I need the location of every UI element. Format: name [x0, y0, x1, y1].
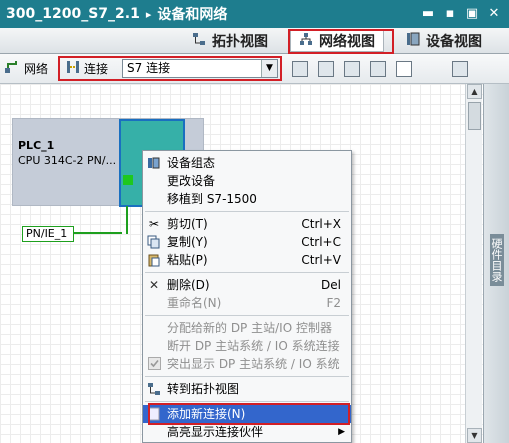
page-break-icon[interactable]: [344, 61, 360, 77]
menu-item-assign-master: 分配给新的 DP 主站/IO 控制器: [143, 319, 351, 337]
scroll-up-button[interactable]: ▲: [467, 84, 482, 99]
chevron-right-icon: ▶: [338, 427, 345, 437]
subnet-line: [74, 232, 122, 234]
chevron-down-icon[interactable]: ▼: [261, 60, 277, 77]
menu-item-label: 删除(D): [167, 278, 210, 292]
section-title: 设备和网络: [157, 7, 228, 23]
menu-item-change-device[interactable]: 更改设备: [143, 172, 351, 190]
show-addresses-icon[interactable]: [318, 61, 334, 77]
breadcrumb-separator: ▸: [145, 7, 152, 21]
delete-icon: ✕: [148, 278, 160, 292]
menu-item-label: 添加新连接(N): [167, 407, 246, 421]
menu-item-disconnect-system: 断开 DP 主站系统 / IO 系统连接: [143, 337, 351, 355]
menu-shortcut: Del: [321, 278, 341, 292]
layout-icon[interactable]: [396, 61, 412, 77]
network-toolbar: 网络 连接 S7 连接 ▼: [0, 54, 509, 84]
tab-device-view[interactable]: 设备视图: [398, 30, 490, 52]
scroll-thumb[interactable]: [468, 102, 481, 130]
menu-item-device-config[interactable]: 设备组态: [143, 154, 351, 172]
side-panel-tab[interactable]: 硬件目录: [490, 234, 504, 286]
device-icon: [406, 32, 420, 50]
plc-model: CPU 314C-2 PN/...: [18, 154, 117, 167]
copy-icon: [147, 235, 161, 249]
tab-topology-view[interactable]: 拓扑视图: [184, 30, 276, 52]
connect-mode-button[interactable]: 连接: [66, 60, 108, 77]
connection-type-value: S7 连接: [127, 61, 171, 75]
menu-separator: [145, 211, 349, 212]
scroll-down-button[interactable]: ▼: [467, 428, 482, 443]
menu-separator: [145, 272, 349, 273]
checkbox-icon: [147, 357, 161, 371]
menu-item-label: 更改设备: [167, 174, 216, 188]
menu-separator: [145, 376, 349, 377]
rename-names-icon[interactable]: [292, 61, 308, 77]
menu-item-label: 高亮显示连接伙伴: [167, 425, 264, 439]
network-icon: [299, 32, 313, 50]
menu-item-rename: 重命名(N) F2: [143, 294, 351, 312]
topology-icon: [192, 32, 206, 50]
menu-item-label: 复制(Y): [167, 235, 208, 249]
window-title-bar: 300_1200_S7_2.1 ▸ 设备和网络 ▬ ▪ ▣ ✕: [0, 0, 509, 28]
paste-icon: [147, 253, 161, 267]
subnet-label[interactable]: PN/IE_1: [22, 226, 74, 242]
menu-item-delete[interactable]: ✕ 删除(D) Del: [143, 276, 351, 294]
network-label: 网络: [24, 62, 49, 76]
tab-network-view[interactable]: 网络视图: [290, 30, 384, 52]
subnet-link: [126, 206, 128, 234]
maximize-icon[interactable]: ▣: [463, 4, 481, 22]
tab-label: 设备视图: [426, 34, 482, 50]
menu-item-label: 重命名(N): [167, 296, 222, 310]
menu-item-label: 分配给新的 DP 主站/IO 控制器: [167, 321, 332, 335]
network-mode-button[interactable]: 网络: [4, 60, 48, 77]
context-menu: 设备组态 更改设备 移植到 S7-1500 ✂ 剪切(T) Ctrl+X 复制(…: [142, 150, 352, 443]
tab-label: 网络视图: [319, 34, 375, 50]
float-icon[interactable]: ▪: [441, 4, 459, 22]
menu-shortcut: Ctrl+X: [301, 217, 341, 231]
menu-shortcut: F2: [326, 296, 341, 310]
menu-item-highlight-partner[interactable]: 高亮显示连接伙伴 ▶: [143, 423, 351, 441]
grid-icon[interactable]: [370, 61, 386, 77]
menu-item-highlight-system: 突出显示 DP 主站系统 / IO 系统: [143, 355, 351, 373]
menu-item-migrate[interactable]: 移植到 S7-1500: [143, 190, 351, 208]
menu-item-go-topology[interactable]: 转到拓扑视图: [143, 380, 351, 398]
menu-item-label: 转到拓扑视图: [167, 382, 240, 396]
menu-item-label: 粘贴(P): [167, 253, 208, 267]
close-icon[interactable]: ✕: [485, 4, 503, 22]
menu-separator: [145, 315, 349, 316]
overview-icon[interactable]: [452, 61, 468, 77]
add-connection-icon: [147, 407, 161, 421]
plc-name: PLC_1: [18, 139, 55, 152]
menu-item-paste[interactable]: 粘贴(P) Ctrl+V: [143, 251, 351, 269]
cut-icon: ✂: [148, 217, 160, 231]
menu-item-label: 断开 DP 主站系统 / IO 系统连接: [167, 339, 340, 353]
project-name: 300_1200_S7_2.1: [6, 6, 140, 22]
menu-separator: [145, 401, 349, 402]
side-panel: 硬件目录: [483, 84, 509, 443]
menu-item-cut[interactable]: ✂ 剪切(T) Ctrl+X: [143, 215, 351, 233]
menu-item-label: 剪切(T): [167, 217, 208, 231]
connection-icon: [66, 60, 80, 77]
menu-item-copy[interactable]: 复制(Y) Ctrl+C: [143, 233, 351, 251]
menu-shortcut: Ctrl+V: [301, 253, 341, 267]
connect-label: 连接: [84, 62, 109, 76]
topology-icon: [147, 382, 161, 396]
network-mode-icon: [4, 60, 20, 77]
device-config-icon: [147, 156, 161, 170]
menu-item-label: 设备组态: [167, 156, 216, 170]
profinet-port[interactable]: [123, 175, 133, 185]
vertical-scrollbar[interactable]: ▲ ▼: [465, 84, 482, 443]
menu-shortcut: Ctrl+C: [301, 235, 341, 249]
minimize-icon[interactable]: ▬: [419, 4, 437, 22]
window-controls: ▬ ▪ ▣ ✕: [419, 4, 503, 22]
menu-item-add-connection[interactable]: 添加新连接(N): [143, 405, 351, 423]
view-tab-bar: 拓扑视图 网络视图 设备视图: [0, 28, 509, 54]
tab-label: 拓扑视图: [212, 34, 268, 50]
menu-item-label: 突出显示 DP 主站系统 / IO 系统: [167, 357, 340, 371]
connection-type-select[interactable]: S7 连接 ▼: [122, 59, 278, 78]
menu-item-label: 移植到 S7-1500: [167, 192, 257, 206]
